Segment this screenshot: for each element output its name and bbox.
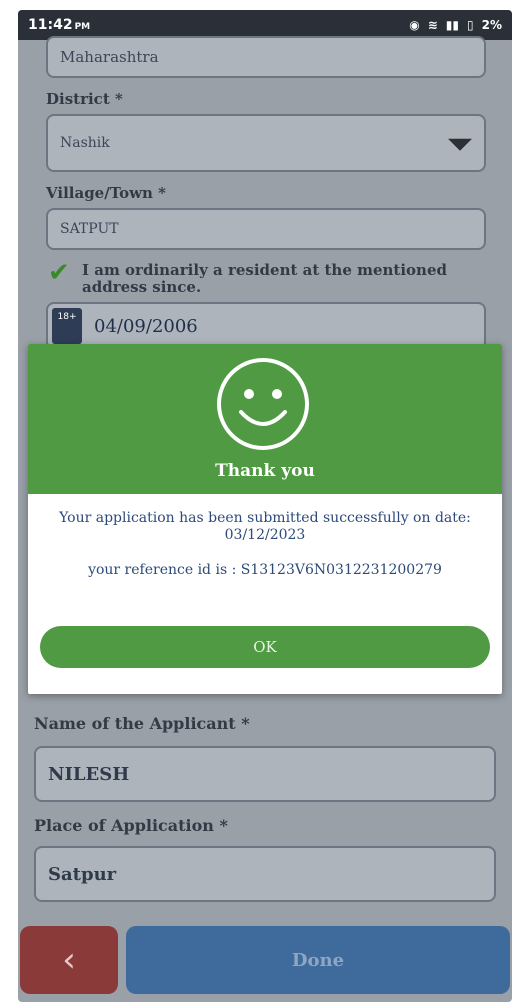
district-label: District * bbox=[46, 90, 123, 108]
village-input[interactable]: SATPUT bbox=[46, 208, 486, 250]
bottom-bar: ‹ Done bbox=[18, 926, 512, 1002]
checkmark-icon[interactable]: ✔ bbox=[48, 258, 70, 288]
eye-icon: ◉ bbox=[409, 18, 420, 32]
state-dropdown[interactable]: Maharashtra bbox=[46, 36, 486, 78]
district-dropdown[interactable]: Nashik bbox=[46, 114, 486, 172]
battery-percent: 2% bbox=[481, 18, 502, 32]
applicant-name-input[interactable]: NILESH bbox=[34, 746, 496, 802]
state-value: Maharashtra bbox=[60, 48, 159, 66]
wifi-icon: ≋ bbox=[427, 18, 438, 32]
success-message: Your application has been submitted succ… bbox=[59, 510, 471, 543]
dialog-header: Thank you bbox=[28, 344, 502, 494]
chevron-left-icon: ‹ bbox=[62, 940, 76, 980]
village-value: SATPUT bbox=[60, 221, 119, 237]
applicant-value: NILESH bbox=[48, 763, 130, 785]
ok-button[interactable]: OK bbox=[40, 626, 490, 668]
status-icons: ◉ ≋ ▮▮ ▯ 2% bbox=[409, 18, 502, 32]
place-input[interactable]: Satpur bbox=[34, 846, 496, 902]
phone-screen: 11:42 PM ◉ ≋ ▮▮ ▯ 2% Maharashtra District… bbox=[18, 10, 512, 1002]
signal-icon: ▮▮ bbox=[445, 18, 460, 32]
resident-date-value: 04/09/2006 bbox=[94, 315, 198, 337]
smiley-icon bbox=[217, 358, 309, 450]
back-button[interactable]: ‹ bbox=[20, 926, 118, 994]
resident-statement: I am ordinarily a resident at the mentio… bbox=[82, 261, 447, 296]
battery-icon: ▯ bbox=[467, 18, 474, 32]
done-button[interactable]: Done bbox=[126, 926, 510, 994]
resident-date-picker[interactable]: 18+ 04/09/2006 bbox=[46, 302, 486, 350]
calendar-icon: 18+ bbox=[52, 308, 82, 344]
status-time: 11:42 PM bbox=[28, 17, 91, 33]
dialog-title: Thank you bbox=[215, 461, 315, 481]
dropdown-arrow-icon bbox=[448, 138, 472, 151]
district-value: Nashik bbox=[60, 135, 110, 151]
village-label: Village/Town * bbox=[46, 184, 167, 202]
reference-id: your reference id is : S13123V6N03122312… bbox=[88, 562, 442, 578]
applicant-label: Name of the Applicant * bbox=[34, 714, 250, 733]
place-value: Satpur bbox=[48, 863, 117, 885]
place-label: Place of Application * bbox=[34, 816, 228, 835]
success-dialog: Thank you Your application has been subm… bbox=[28, 344, 502, 694]
